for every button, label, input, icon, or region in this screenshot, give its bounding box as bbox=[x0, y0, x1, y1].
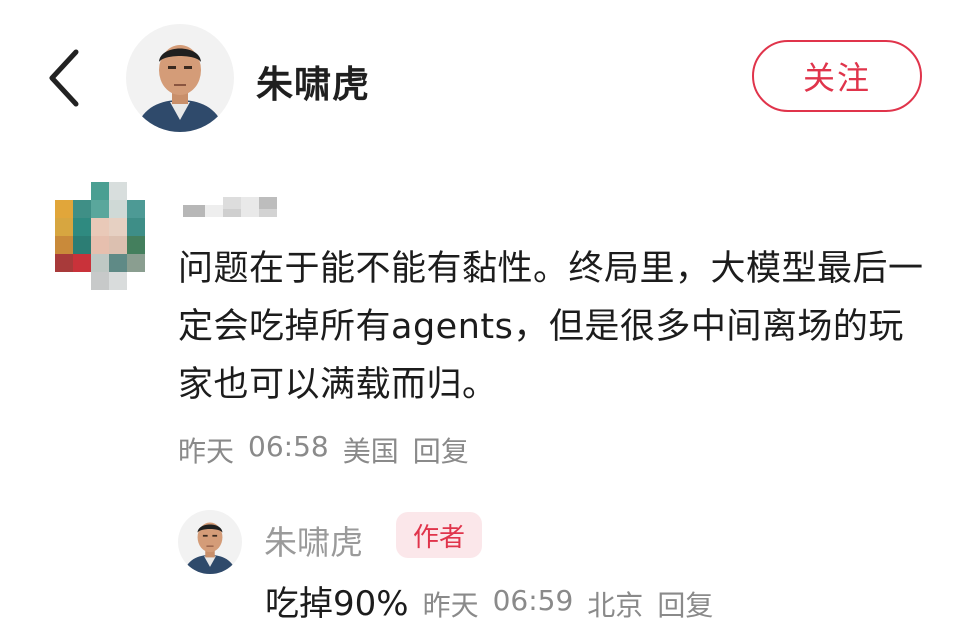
author-avatar-image bbox=[126, 24, 234, 132]
author-badge: 作者 bbox=[396, 512, 482, 558]
pixelated-avatar-image bbox=[55, 182, 145, 290]
comment-date: 昨天 bbox=[178, 435, 235, 468]
author-avatar[interactable] bbox=[126, 24, 234, 132]
comment-text: 问题在于能不能有黏性。终局里，大模型最后一定会吃掉所有agents，但是很多中间… bbox=[178, 249, 924, 405]
pixelated-name-image bbox=[183, 197, 277, 217]
commenter-name-redacted bbox=[183, 197, 295, 221]
reply-meta: 昨天 06:59 北京 回复 bbox=[423, 584, 714, 624]
reply-row: 吃掉90% 昨天 06:59 北京 回复 bbox=[265, 576, 713, 625]
commenter-avatar[interactable] bbox=[55, 182, 149, 290]
reply-author-name[interactable]: 朱啸虎 bbox=[264, 516, 363, 564]
reply-date: 昨天 bbox=[422, 589, 479, 622]
follow-button[interactable]: 关注 bbox=[752, 40, 922, 112]
reply-reply-button[interactable]: 回复 bbox=[657, 584, 713, 624]
comment-meta: 昨天 06:58 美国 回复 bbox=[178, 430, 469, 470]
comment-reply-button[interactable]: 回复 bbox=[413, 430, 469, 470]
reply-author-avatar-image bbox=[178, 510, 242, 574]
author-name[interactable]: 朱啸虎 bbox=[256, 54, 370, 108]
comment-location: 美国 bbox=[342, 435, 399, 468]
reply-location: 北京 bbox=[587, 589, 644, 622]
reply-time: 06:59 bbox=[492, 584, 574, 617]
chevron-left-icon bbox=[49, 49, 79, 107]
comment-time: 06:58 bbox=[248, 430, 329, 463]
reply-author-avatar[interactable] bbox=[178, 510, 242, 574]
back-button[interactable] bbox=[40, 46, 90, 110]
reply-text: 吃掉90% bbox=[265, 584, 409, 624]
